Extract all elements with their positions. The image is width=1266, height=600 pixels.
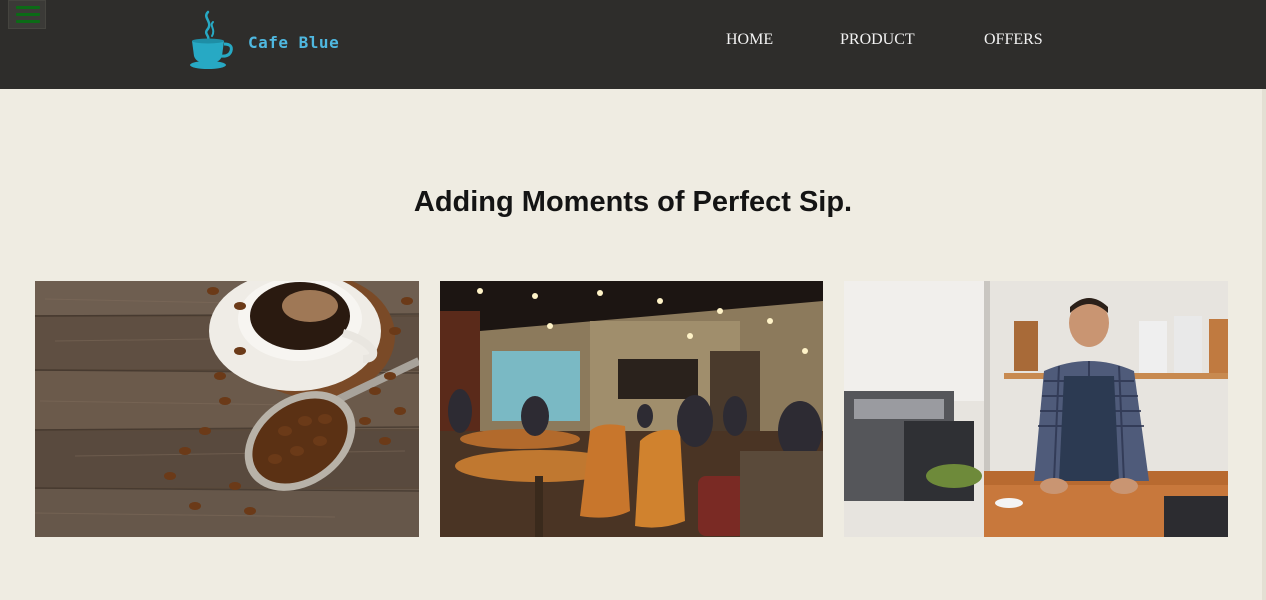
hamburger-icon[interactable] <box>8 0 46 29</box>
coffee-beans-photo <box>35 281 419 537</box>
scrollbar-track[interactable] <box>1262 89 1266 600</box>
top-navbar: Cafe Blue HOME PRODUCT OFFERS <box>0 0 1266 89</box>
cafe-interior-photo <box>440 281 823 537</box>
brand-name: Cafe Blue <box>248 33 340 52</box>
hero-heading: Adding Moments of Perfect Sip. <box>413 186 853 218</box>
nav-link-product[interactable]: PRODUCT <box>840 31 915 49</box>
coffee-cup-icon <box>190 10 233 69</box>
nav-link-offers[interactable]: OFFERS <box>984 31 1043 49</box>
barista-photo <box>844 281 1228 537</box>
nav-link-home[interactable]: HOME <box>726 31 773 49</box>
